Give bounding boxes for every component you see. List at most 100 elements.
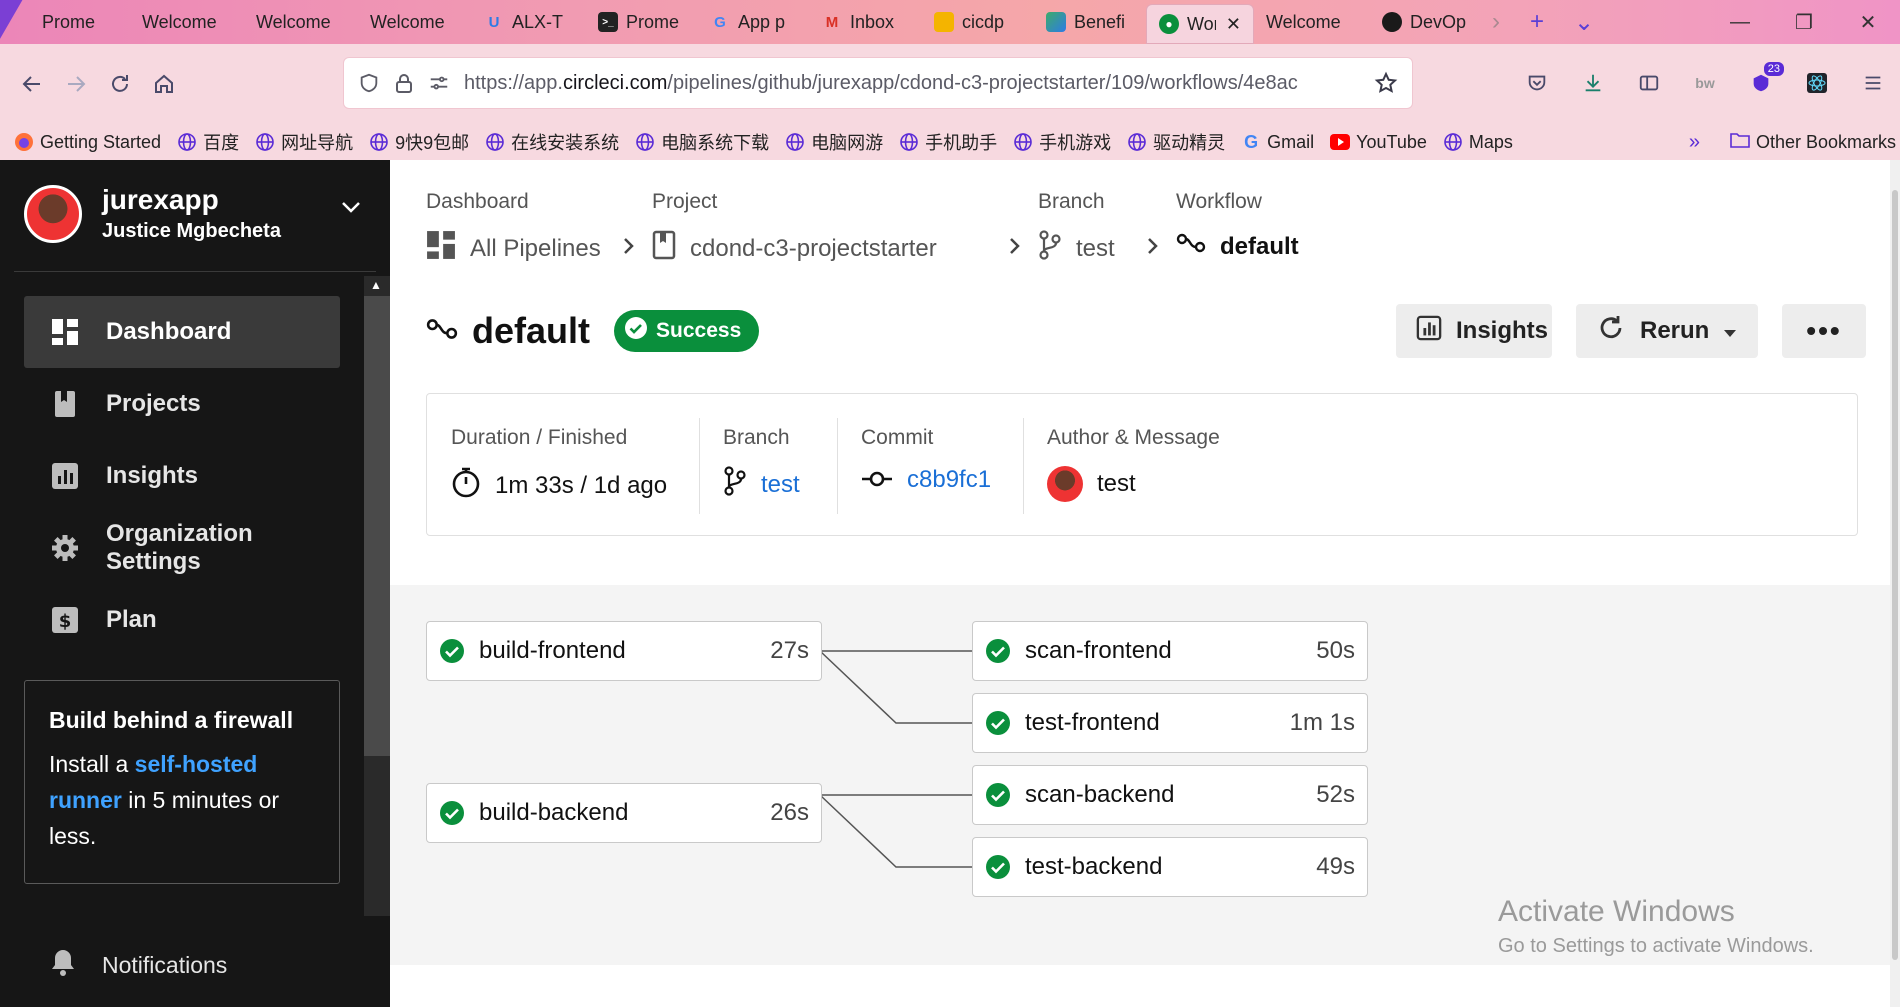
bookmark-99[interactable]: 9快9包邮 xyxy=(369,129,469,155)
site-permissions-icon[interactable] xyxy=(428,72,450,94)
bookmark-download[interactable]: 电脑系统下载 xyxy=(635,129,769,155)
bookmark-gmail[interactable]: G Gmail xyxy=(1241,132,1314,153)
forward-icon[interactable] xyxy=(54,62,98,106)
close-tab-icon[interactable]: ✕ xyxy=(1226,14,1241,35)
tab-welcome-1[interactable]: Welcome xyxy=(130,0,244,44)
address-bar[interactable]: https://app.circleci.com/pipelines/githu… xyxy=(343,57,1413,109)
bookmark-label: 网址导航 xyxy=(281,133,354,153)
bookmark-nav[interactable]: 网址导航 xyxy=(255,129,353,155)
rerun-button[interactable]: Rerun xyxy=(1576,304,1758,358)
close-window-icon[interactable]: ✕ xyxy=(1836,0,1900,44)
chevron-down-icon[interactable] xyxy=(340,200,362,219)
username: jurexapp xyxy=(102,184,219,215)
job-build-frontend[interactable]: build-frontend 27s xyxy=(426,621,822,681)
tab-prometheus-1[interactable]: Prome xyxy=(30,0,130,44)
sidebar-scrollbar[interactable]: ▲ xyxy=(364,276,390,916)
tab-workflow-active[interactable]: ● Wor ✕ xyxy=(1146,4,1254,44)
all-pipelines-link[interactable]: All Pipelines xyxy=(426,230,601,267)
notifications-item[interactable]: Notifications xyxy=(50,948,227,982)
tab-app-platform[interactable]: G App p xyxy=(698,0,810,44)
tab-welcome-4[interactable]: Welcome xyxy=(1254,0,1370,44)
bookmark-star-icon[interactable] xyxy=(1374,71,1398,95)
react-devtools-icon[interactable] xyxy=(1800,66,1834,100)
more-options-button[interactable]: ••• xyxy=(1782,304,1866,358)
bookmark-maps[interactable]: Maps xyxy=(1443,132,1513,153)
bookmark-driver[interactable]: 驱动精灵 xyxy=(1127,129,1225,155)
tab-benefits[interactable]: Benefi xyxy=(1034,0,1146,44)
url-text[interactable]: https://app.circleci.com/pipelines/githu… xyxy=(464,72,1360,95)
bookmark-baidu[interactable]: 百度 xyxy=(177,129,239,155)
lock-icon[interactable] xyxy=(394,72,414,94)
tab-devops[interactable]: DevOp xyxy=(1370,0,1482,44)
bookmark-getting-started[interactable]: Getting Started xyxy=(14,132,161,153)
tab-label: Welcome xyxy=(256,11,331,32)
minimize-icon[interactable]: — xyxy=(1708,0,1772,44)
check-circle-icon xyxy=(985,782,1011,808)
insights-icon xyxy=(1416,315,1442,348)
tab-welcome-2[interactable]: Welcome xyxy=(244,0,358,44)
bookmark-youtube[interactable]: YouTube xyxy=(1330,132,1427,153)
user-profile[interactable]: jurexapp Justice Mgbecheta xyxy=(24,184,281,243)
scroll-up-icon[interactable]: ▲ xyxy=(370,278,382,292)
reader-view-icon[interactable] xyxy=(1632,66,1666,100)
tab-list-icon[interactable]: ⌄ xyxy=(1574,8,1594,37)
duration-value: 1m 33s / 1d ago xyxy=(495,471,668,499)
breadcrumb-label: Dashboard xyxy=(426,190,529,213)
job-scan-backend[interactable]: scan-backend 52s xyxy=(972,765,1368,825)
bookmark-label: Maps xyxy=(1468,131,1513,152)
project-link[interactable]: cdond-c3-projectstarter xyxy=(652,230,937,267)
sidebar-item-dashboard[interactable]: Dashboard xyxy=(24,296,340,368)
bw-extension-icon[interactable]: bw xyxy=(1688,66,1722,100)
job-scan-frontend[interactable]: scan-frontend 50s xyxy=(972,621,1368,681)
sidebar-item-organization-settings[interactable]: Organization Settings xyxy=(24,512,340,584)
stopwatch-icon xyxy=(451,466,481,505)
tab-welcome-3[interactable]: Welcome xyxy=(358,0,472,44)
sidebar-item-plan[interactable]: $ Plan xyxy=(24,584,340,656)
bookmark-phone-assistant[interactable]: 手机助手 xyxy=(899,129,997,155)
insights-button[interactable]: Insights xyxy=(1396,304,1552,358)
tab-inbox[interactable]: M Inbox xyxy=(810,0,922,44)
breadcrumb-value: All Pipelines xyxy=(470,234,601,262)
job-test-frontend[interactable]: test-frontend 1m 1s xyxy=(972,693,1368,753)
commit-icon xyxy=(861,466,893,494)
shield-icon[interactable] xyxy=(358,72,380,94)
firefox-icon xyxy=(14,132,34,152)
extension-shield-icon[interactable]: 23 xyxy=(1744,62,1784,100)
job-name: build-backend xyxy=(479,799,629,826)
branch-link[interactable]: test xyxy=(761,471,800,499)
page-scrollbar[interactable] xyxy=(1890,160,1900,1007)
download-icon[interactable] xyxy=(1576,66,1610,100)
bookmark-label: 手机助手 xyxy=(925,133,998,153)
back-icon[interactable] xyxy=(10,62,54,106)
sidebar-item-insights[interactable]: Insights xyxy=(24,440,340,512)
globe-icon xyxy=(635,132,655,152)
home-icon[interactable] xyxy=(142,62,186,106)
workflow-header: default Success xyxy=(426,310,760,352)
page-scroll-thumb[interactable] xyxy=(1892,190,1898,960)
job-test-backend[interactable]: test-backend 49s xyxy=(972,837,1368,897)
other-bookmarks[interactable]: Other Bookmarks xyxy=(1725,124,1900,160)
sidebar-item-projects[interactable]: Projects xyxy=(24,368,340,440)
pocket-icon[interactable] xyxy=(1520,66,1554,100)
bookmark-phone-games[interactable]: 手机游戏 xyxy=(1013,129,1111,155)
commit-link[interactable]: c8b9fc1 xyxy=(907,466,991,494)
tab-alx[interactable]: U ALX-T xyxy=(472,0,586,44)
tab-prometheus-2[interactable]: >_ Prome xyxy=(586,0,698,44)
menu-icon[interactable] xyxy=(1856,66,1890,100)
sidebar-item-label: Organization Settings xyxy=(106,520,253,575)
bookmark-install[interactable]: 在线安装系统 xyxy=(485,129,619,155)
check-circle-icon xyxy=(985,854,1011,880)
job-build-backend[interactable]: build-backend 26s xyxy=(426,783,822,843)
sidebar-scroll-thumb[interactable] xyxy=(364,296,390,756)
new-tab-icon[interactable]: + xyxy=(1530,8,1544,36)
bookmark-pc-games[interactable]: 电脑网游 xyxy=(785,129,883,155)
page-title: default xyxy=(472,310,591,351)
restore-icon[interactable]: ❐ xyxy=(1772,0,1836,44)
scroll-tabs-right-icon[interactable]: › xyxy=(1492,8,1500,36)
tab-cicd[interactable]: cicdp xyxy=(922,0,1034,44)
promo-text-pre: Install a xyxy=(49,751,135,777)
bookmarks-bar: Getting Started 百度 网址导航 9快9包邮 在线安装系统 电脑系… xyxy=(0,124,1900,160)
branch-link[interactable]: test xyxy=(1038,230,1115,267)
more-bookmarks-icon[interactable]: » xyxy=(1689,124,1700,160)
reload-icon[interactable] xyxy=(98,62,142,106)
